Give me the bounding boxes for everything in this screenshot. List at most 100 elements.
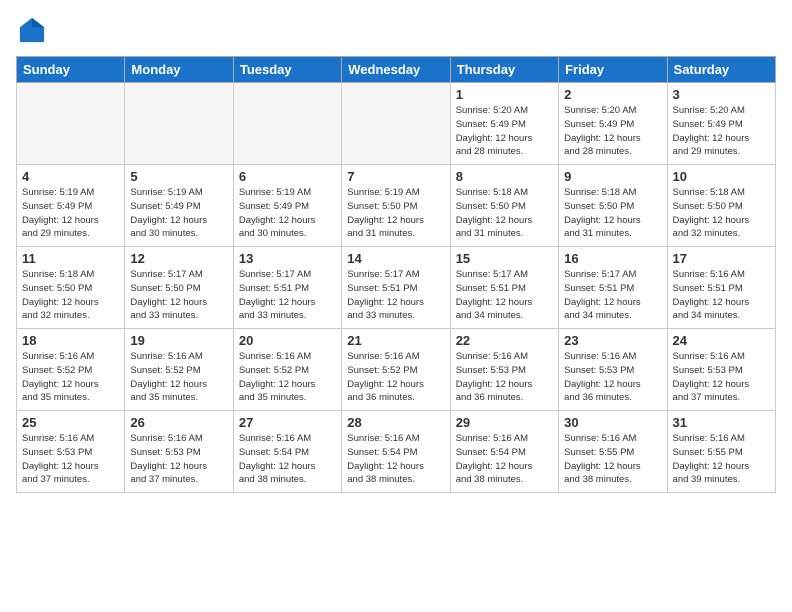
- calendar-cell: 26 Sunrise: 5:16 AMSunset: 5:53 PMDaylig…: [125, 411, 233, 493]
- day-number: 29: [456, 415, 553, 430]
- col-header-tuesday: Tuesday: [233, 57, 341, 83]
- header-row: SundayMondayTuesdayWednesdayThursdayFrid…: [17, 57, 776, 83]
- cell-info: Sunrise: 5:16 AMSunset: 5:53 PMDaylight:…: [564, 350, 661, 405]
- calendar-cell: 7 Sunrise: 5:19 AMSunset: 5:50 PMDayligh…: [342, 165, 450, 247]
- day-number: 2: [564, 87, 661, 102]
- cell-info: Sunrise: 5:16 AMSunset: 5:54 PMDaylight:…: [239, 432, 336, 487]
- cell-info: Sunrise: 5:17 AMSunset: 5:51 PMDaylight:…: [239, 268, 336, 323]
- day-number: 4: [22, 169, 119, 184]
- day-number: 19: [130, 333, 227, 348]
- calendar-cell: 20 Sunrise: 5:16 AMSunset: 5:52 PMDaylig…: [233, 329, 341, 411]
- cell-info: Sunrise: 5:16 AMSunset: 5:54 PMDaylight:…: [347, 432, 444, 487]
- cell-info: Sunrise: 5:19 AMSunset: 5:49 PMDaylight:…: [130, 186, 227, 241]
- day-number: 22: [456, 333, 553, 348]
- day-number: 23: [564, 333, 661, 348]
- day-number: 9: [564, 169, 661, 184]
- day-number: 12: [130, 251, 227, 266]
- week-row-2: 4 Sunrise: 5:19 AMSunset: 5:49 PMDayligh…: [17, 165, 776, 247]
- day-number: 24: [673, 333, 770, 348]
- cell-info: Sunrise: 5:18 AMSunset: 5:50 PMDaylight:…: [456, 186, 553, 241]
- cell-info: Sunrise: 5:20 AMSunset: 5:49 PMDaylight:…: [456, 104, 553, 159]
- cell-info: Sunrise: 5:16 AMSunset: 5:54 PMDaylight:…: [456, 432, 553, 487]
- calendar-cell: 22 Sunrise: 5:16 AMSunset: 5:53 PMDaylig…: [450, 329, 558, 411]
- cell-info: Sunrise: 5:20 AMSunset: 5:49 PMDaylight:…: [564, 104, 661, 159]
- week-row-1: 1 Sunrise: 5:20 AMSunset: 5:49 PMDayligh…: [17, 83, 776, 165]
- cell-info: Sunrise: 5:19 AMSunset: 5:49 PMDaylight:…: [22, 186, 119, 241]
- day-number: 20: [239, 333, 336, 348]
- cell-info: Sunrise: 5:19 AMSunset: 5:50 PMDaylight:…: [347, 186, 444, 241]
- cell-info: Sunrise: 5:17 AMSunset: 5:51 PMDaylight:…: [456, 268, 553, 323]
- calendar-cell: 1 Sunrise: 5:20 AMSunset: 5:49 PMDayligh…: [450, 83, 558, 165]
- calendar-cell: [125, 83, 233, 165]
- day-number: 6: [239, 169, 336, 184]
- calendar-cell: 16 Sunrise: 5:17 AMSunset: 5:51 PMDaylig…: [559, 247, 667, 329]
- calendar-cell: [342, 83, 450, 165]
- cell-info: Sunrise: 5:16 AMSunset: 5:52 PMDaylight:…: [130, 350, 227, 405]
- cell-info: Sunrise: 5:16 AMSunset: 5:55 PMDaylight:…: [564, 432, 661, 487]
- cell-info: Sunrise: 5:18 AMSunset: 5:50 PMDaylight:…: [22, 268, 119, 323]
- calendar-cell: 15 Sunrise: 5:17 AMSunset: 5:51 PMDaylig…: [450, 247, 558, 329]
- calendar-cell: [17, 83, 125, 165]
- day-number: 31: [673, 415, 770, 430]
- page-container: SundayMondayTuesdayWednesdayThursdayFrid…: [0, 0, 792, 501]
- calendar-cell: 30 Sunrise: 5:16 AMSunset: 5:55 PMDaylig…: [559, 411, 667, 493]
- cell-info: Sunrise: 5:16 AMSunset: 5:53 PMDaylight:…: [130, 432, 227, 487]
- calendar-cell: 8 Sunrise: 5:18 AMSunset: 5:50 PMDayligh…: [450, 165, 558, 247]
- day-number: 14: [347, 251, 444, 266]
- cell-info: Sunrise: 5:16 AMSunset: 5:52 PMDaylight:…: [22, 350, 119, 405]
- cell-info: Sunrise: 5:16 AMSunset: 5:53 PMDaylight:…: [22, 432, 119, 487]
- calendar-cell: 13 Sunrise: 5:17 AMSunset: 5:51 PMDaylig…: [233, 247, 341, 329]
- logo: [16, 16, 46, 44]
- calendar-cell: 24 Sunrise: 5:16 AMSunset: 5:53 PMDaylig…: [667, 329, 775, 411]
- calendar-cell: 23 Sunrise: 5:16 AMSunset: 5:53 PMDaylig…: [559, 329, 667, 411]
- cell-info: Sunrise: 5:18 AMSunset: 5:50 PMDaylight:…: [564, 186, 661, 241]
- calendar-cell: 10 Sunrise: 5:18 AMSunset: 5:50 PMDaylig…: [667, 165, 775, 247]
- day-number: 8: [456, 169, 553, 184]
- cell-info: Sunrise: 5:17 AMSunset: 5:51 PMDaylight:…: [347, 268, 444, 323]
- day-number: 11: [22, 251, 119, 266]
- day-number: 26: [130, 415, 227, 430]
- cell-info: Sunrise: 5:16 AMSunset: 5:55 PMDaylight:…: [673, 432, 770, 487]
- calendar-cell: 5 Sunrise: 5:19 AMSunset: 5:49 PMDayligh…: [125, 165, 233, 247]
- calendar-table: SundayMondayTuesdayWednesdayThursdayFrid…: [16, 56, 776, 493]
- calendar-cell: 27 Sunrise: 5:16 AMSunset: 5:54 PMDaylig…: [233, 411, 341, 493]
- col-header-sunday: Sunday: [17, 57, 125, 83]
- cell-info: Sunrise: 5:17 AMSunset: 5:51 PMDaylight:…: [564, 268, 661, 323]
- cell-info: Sunrise: 5:19 AMSunset: 5:49 PMDaylight:…: [239, 186, 336, 241]
- day-number: 28: [347, 415, 444, 430]
- calendar-cell: 4 Sunrise: 5:19 AMSunset: 5:49 PMDayligh…: [17, 165, 125, 247]
- day-number: 10: [673, 169, 770, 184]
- calendar-cell: 31 Sunrise: 5:16 AMSunset: 5:55 PMDaylig…: [667, 411, 775, 493]
- calendar-cell: 9 Sunrise: 5:18 AMSunset: 5:50 PMDayligh…: [559, 165, 667, 247]
- calendar-cell: 2 Sunrise: 5:20 AMSunset: 5:49 PMDayligh…: [559, 83, 667, 165]
- cell-info: Sunrise: 5:16 AMSunset: 5:53 PMDaylight:…: [673, 350, 770, 405]
- cell-info: Sunrise: 5:16 AMSunset: 5:53 PMDaylight:…: [456, 350, 553, 405]
- cell-info: Sunrise: 5:17 AMSunset: 5:50 PMDaylight:…: [130, 268, 227, 323]
- calendar-cell: 19 Sunrise: 5:16 AMSunset: 5:52 PMDaylig…: [125, 329, 233, 411]
- calendar-cell: 3 Sunrise: 5:20 AMSunset: 5:49 PMDayligh…: [667, 83, 775, 165]
- calendar-cell: 11 Sunrise: 5:18 AMSunset: 5:50 PMDaylig…: [17, 247, 125, 329]
- cell-info: Sunrise: 5:18 AMSunset: 5:50 PMDaylight:…: [673, 186, 770, 241]
- day-number: 16: [564, 251, 661, 266]
- header: [16, 16, 776, 44]
- col-header-thursday: Thursday: [450, 57, 558, 83]
- cell-info: Sunrise: 5:20 AMSunset: 5:49 PMDaylight:…: [673, 104, 770, 159]
- day-number: 27: [239, 415, 336, 430]
- calendar-cell: 6 Sunrise: 5:19 AMSunset: 5:49 PMDayligh…: [233, 165, 341, 247]
- day-number: 5: [130, 169, 227, 184]
- col-header-monday: Monday: [125, 57, 233, 83]
- calendar-cell: [233, 83, 341, 165]
- day-number: 3: [673, 87, 770, 102]
- day-number: 21: [347, 333, 444, 348]
- day-number: 18: [22, 333, 119, 348]
- week-row-4: 18 Sunrise: 5:16 AMSunset: 5:52 PMDaylig…: [17, 329, 776, 411]
- calendar-cell: 21 Sunrise: 5:16 AMSunset: 5:52 PMDaylig…: [342, 329, 450, 411]
- cell-info: Sunrise: 5:16 AMSunset: 5:52 PMDaylight:…: [347, 350, 444, 405]
- day-number: 1: [456, 87, 553, 102]
- cell-info: Sunrise: 5:16 AMSunset: 5:52 PMDaylight:…: [239, 350, 336, 405]
- day-number: 13: [239, 251, 336, 266]
- col-header-friday: Friday: [559, 57, 667, 83]
- calendar-cell: 28 Sunrise: 5:16 AMSunset: 5:54 PMDaylig…: [342, 411, 450, 493]
- week-row-3: 11 Sunrise: 5:18 AMSunset: 5:50 PMDaylig…: [17, 247, 776, 329]
- calendar-cell: 29 Sunrise: 5:16 AMSunset: 5:54 PMDaylig…: [450, 411, 558, 493]
